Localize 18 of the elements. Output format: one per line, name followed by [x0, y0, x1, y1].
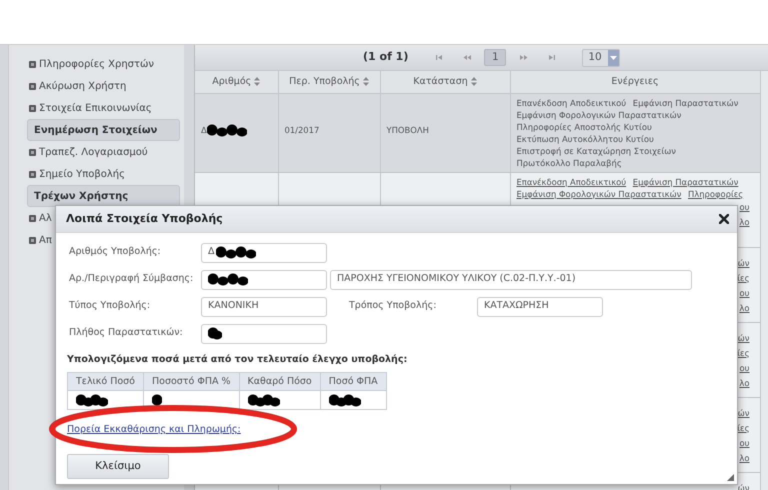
column-header: Ποσοστό ΦΠΑ % [144, 372, 240, 391]
field-label: Τρόπος Υποβολής: [349, 299, 438, 314]
column-header: Καθαρό Πόσο [239, 372, 320, 391]
section-heading: Υπολογιζόμενα ποσά μετά από τον τελευταίο έλεγχο υποβολής: [66, 353, 408, 367]
column-header: Ενέργειες [510, 71, 760, 93]
sidebar-section-header: Τρέχων Χρήστης [27, 185, 180, 207]
page-summary: (1 of 1) [363, 49, 408, 66]
field-label: Αριθμός Υποβολής: [69, 245, 162, 260]
sidebar-section-header: Ενημέρωση Στοιχείων [27, 119, 180, 141]
table-cell: Δ [201, 124, 207, 134]
column-header: Ποσό ΦΠΑ [320, 372, 386, 391]
field-label: Αρ./Περιγραφή Σύμβασης: [69, 272, 194, 286]
field-label: Πλήθος Παραστατικών: [69, 326, 184, 340]
dialog-title: Λοιπά Στοιχεία Υποβολής [66, 210, 223, 227]
table-cell: 01/2017 [284, 124, 320, 134]
field-label: Τύπος Υποβολής: [69, 299, 152, 314]
table-cell: ΥΠΟΒΟΛΗ [386, 124, 429, 134]
column-header: Τελικό Ποσό [68, 372, 144, 391]
